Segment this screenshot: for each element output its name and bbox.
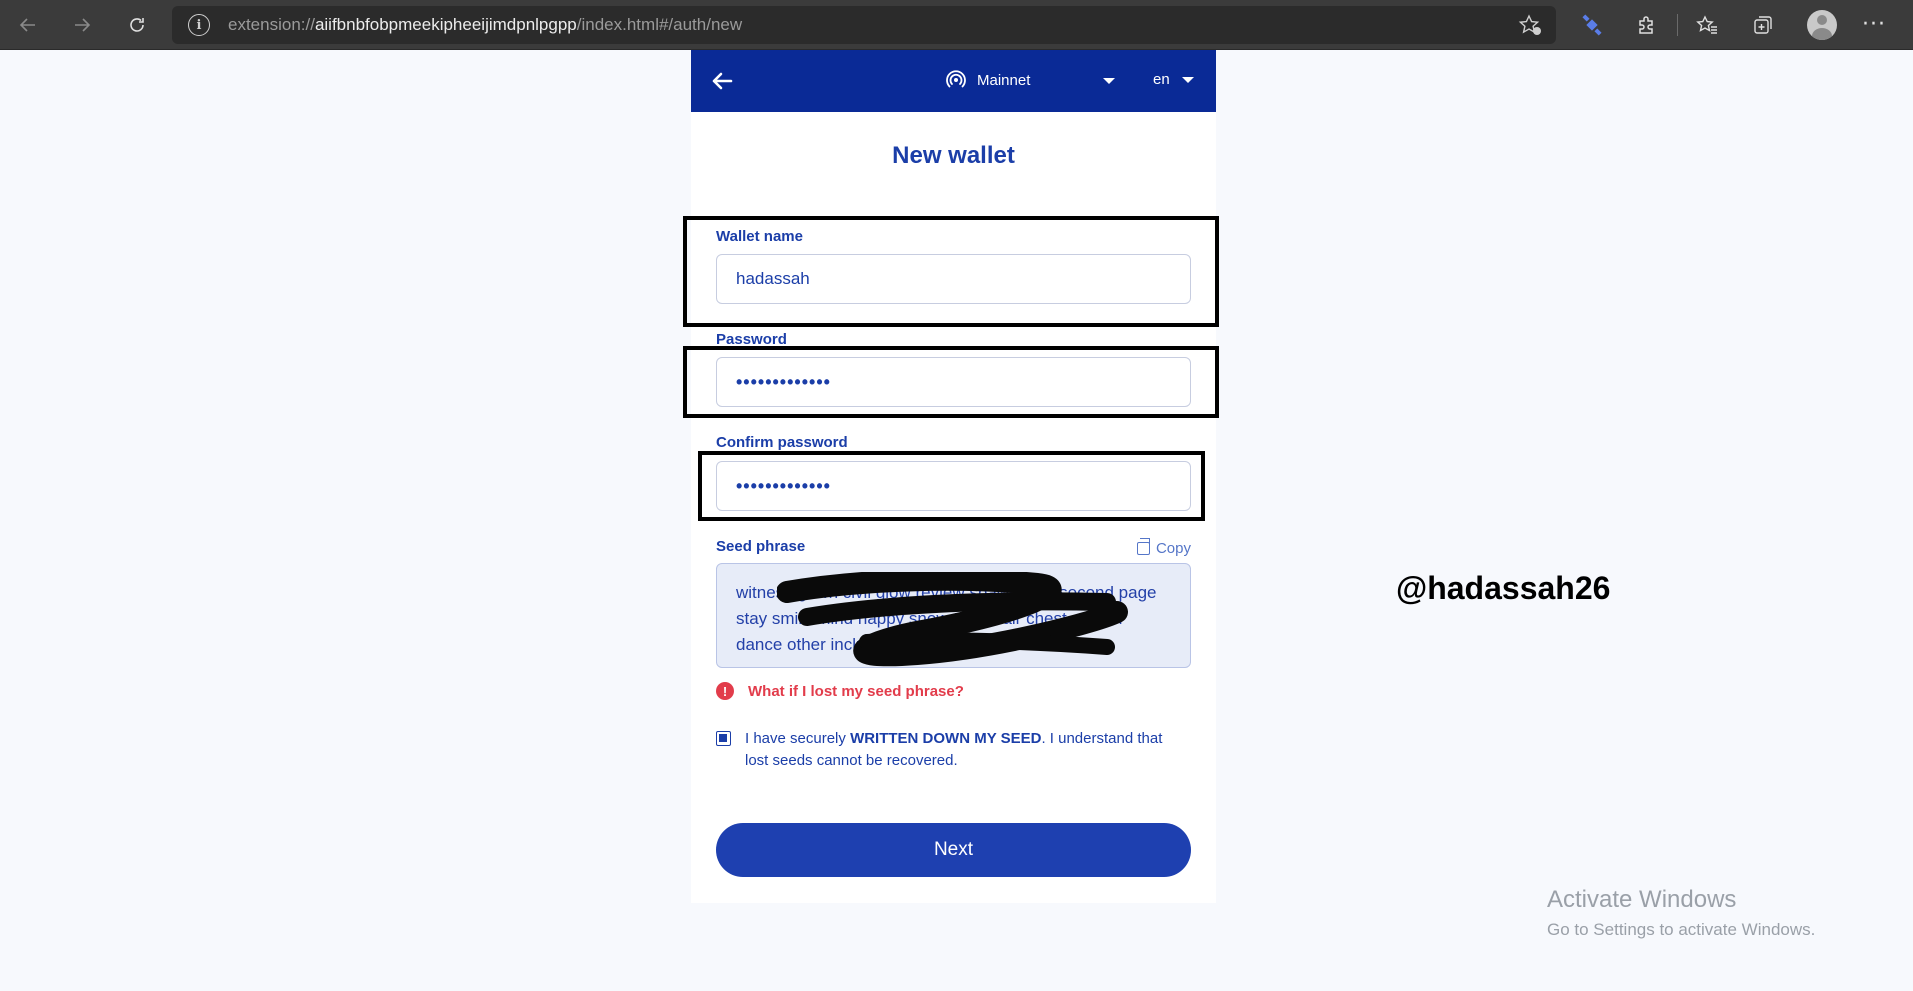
copy-label: Copy [1155,540,1191,557]
next-button[interactable]: Next [716,823,1191,877]
seed-phrase-label: Seed phrase [716,538,806,555]
network-label: Mainnet [977,71,1031,89]
favorites-icon[interactable] [1692,10,1722,40]
network-selector[interactable]: Mainnet [945,69,1030,91]
browser-toolbar: i extension://aiifbnbfobpmeekipheeijimdp… [0,0,1913,50]
seed-confirm-checkbox[interactable] [716,731,731,746]
network-dropdown-caret[interactable] [1103,78,1115,84]
extension-satellite-icon[interactable] [1577,10,1607,40]
reload-icon[interactable] [121,9,153,41]
seed-phrase-textarea[interactable]: witness gown civil glow review spawn lak… [716,563,1191,668]
highlight-box-confirm [698,451,1205,521]
back-icon[interactable] [12,9,44,41]
redaction-scribble [777,572,1128,667]
add-favorite-icon[interactable] [1518,14,1542,36]
collections-icon[interactable] [1748,10,1778,40]
back-arrow-icon[interactable] [709,68,735,94]
copy-icon [1136,538,1150,555]
url-text: extension://aiifbnbfobpmeekipheeijimdpnl… [228,15,743,34]
highlight-box-wallet-name [683,216,1219,327]
extensions-puzzle-icon[interactable] [1632,10,1662,40]
more-options-icon[interactable]: ··· [1862,12,1886,37]
lost-seed-link[interactable]: ! What if I lost my seed phrase? [716,682,964,700]
activate-windows-title: Activate Windows [1547,886,1737,913]
warning-icon: ! [716,682,734,700]
handle-watermark: @hadassah26 [1396,570,1611,606]
highlight-box-password [683,346,1219,418]
seed-confirm-text: I have securely WRITTEN DOWN MY SEED. I … [745,730,1163,769]
info-icon[interactable]: i [188,14,210,36]
copy-button[interactable]: Copy [1136,538,1191,557]
broadcast-icon [946,70,966,88]
language-dropdown-caret [1181,76,1194,83]
panel-header: Mainnet en [691,50,1216,112]
profile-avatar[interactable] [1807,10,1837,40]
forward-icon[interactable] [66,9,98,41]
seed-confirm-row: I have securely WRITTEN DOWN MY SEED. I … [716,728,1185,772]
address-bar[interactable]: i extension://aiifbnbfobpmeekipheeijimdp… [172,6,1556,44]
language-selector[interactable]: en [1153,71,1194,88]
page-title: New wallet [892,142,1015,169]
lost-seed-text: What if I lost my seed phrase? [748,682,964,700]
confirm-password-label: Confirm password [716,434,848,451]
activate-windows-subtitle: Go to Settings to activate Windows. [1547,920,1816,939]
language-label: en [1153,71,1170,88]
toolbar-separator [1677,14,1678,36]
